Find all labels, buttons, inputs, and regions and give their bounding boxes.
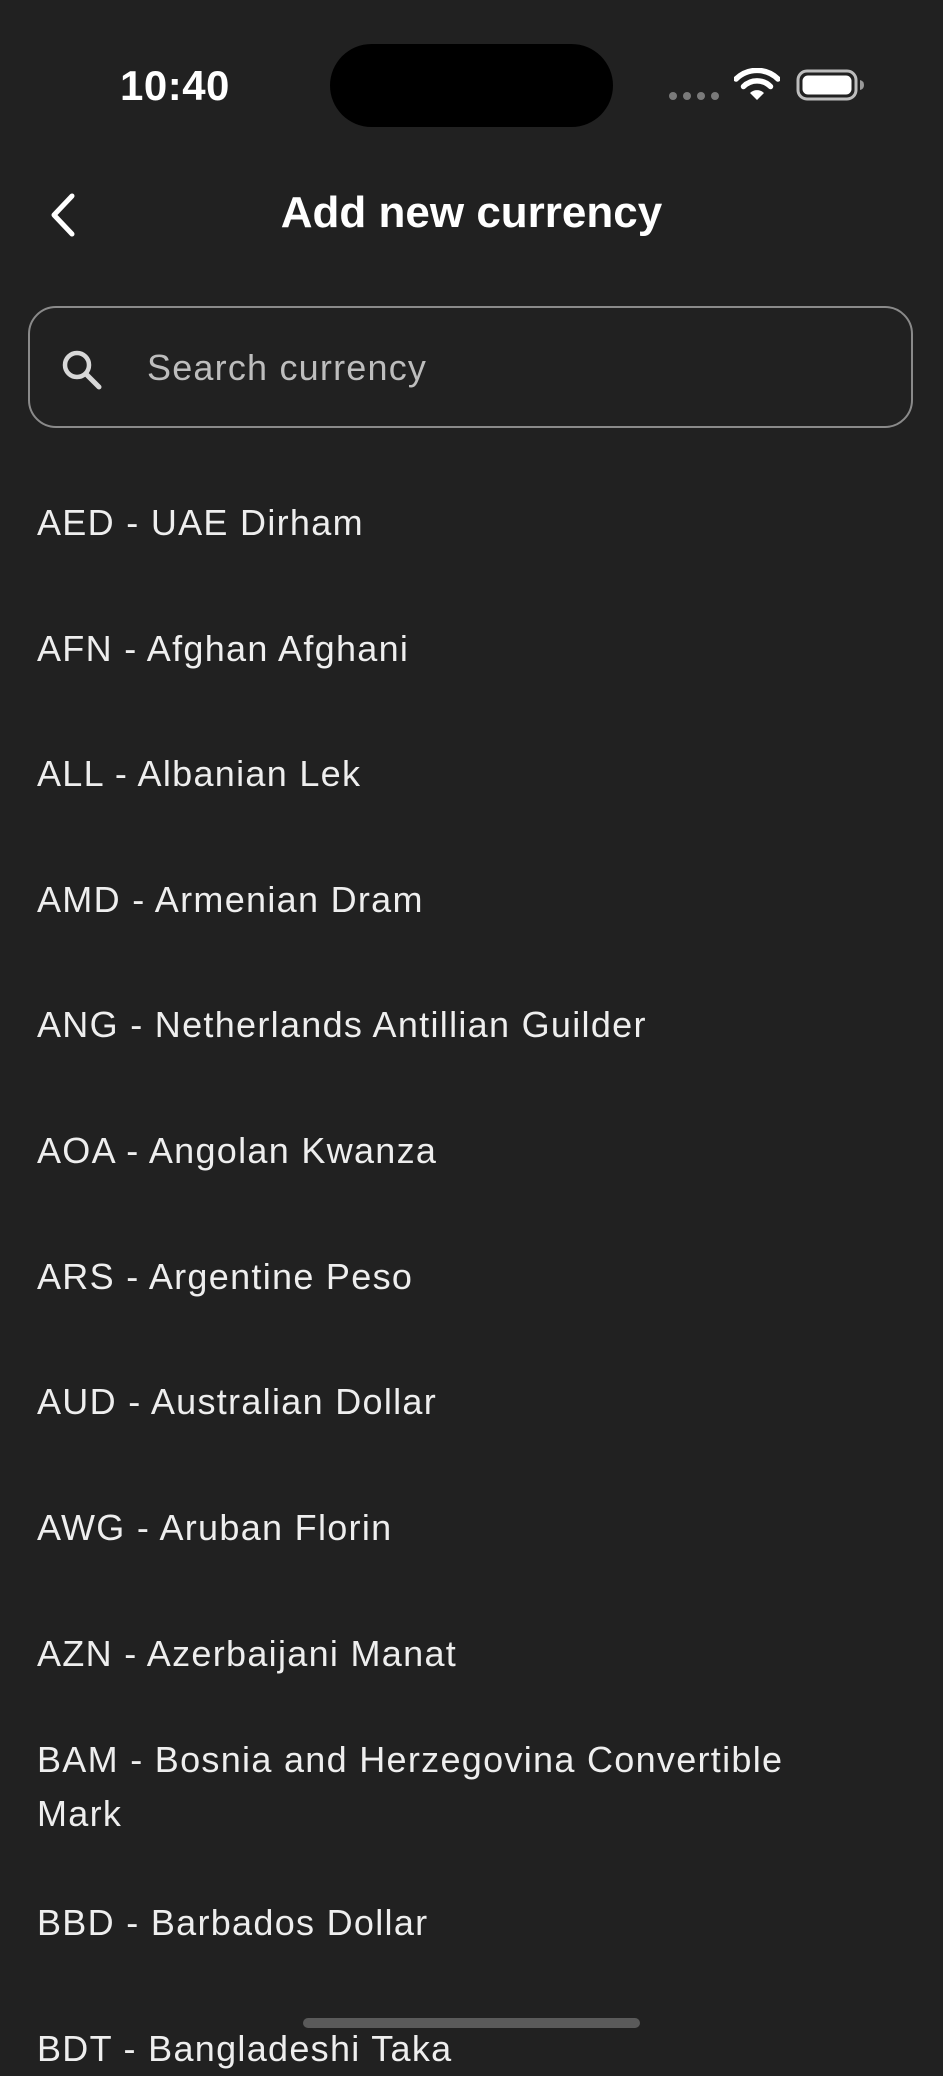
navigation-header: Add new currency [0,170,943,260]
search-box[interactable] [28,306,913,428]
list-item[interactable]: ANG - Netherlands Antillian Guilder [37,998,877,1052]
list-item[interactable]: BAM - Bosnia and Herzegovina Convertible… [37,1733,877,1841]
list-item[interactable]: AWG - Aruban Florin [37,1501,877,1555]
status-time: 10:40 [120,62,230,109]
list-item[interactable]: ARS - Argentine Peso [37,1250,877,1304]
list-item[interactable]: AOA - Angolan Kwanza [37,1124,877,1178]
list-item[interactable]: ALL - Albanian Lek [37,747,877,801]
list-item[interactable]: BBD - Barbados Dollar [37,1896,877,1950]
battery-icon [796,68,866,102]
cellular-signal-icon [669,92,721,100]
list-item[interactable]: AUD - Australian Dollar [37,1375,877,1429]
home-indicator[interactable] [303,2018,640,2028]
list-item[interactable]: AED - UAE Dirham [37,496,877,550]
list-item[interactable]: BDT - Bangladeshi Taka [37,2022,877,2076]
list-item[interactable]: AZN - Azerbaijani Manat [37,1627,877,1681]
dynamic-island [330,44,613,127]
page-title: Add new currency [280,188,663,237]
list-item[interactable]: AMD - Armenian Dram [37,873,877,927]
search-input[interactable] [145,336,889,400]
list-item[interactable]: AFN - Afghan Afghani [37,622,877,676]
search-icon [62,350,102,390]
wifi-icon [733,67,781,102]
status-bar: 10:40 [0,0,943,170]
